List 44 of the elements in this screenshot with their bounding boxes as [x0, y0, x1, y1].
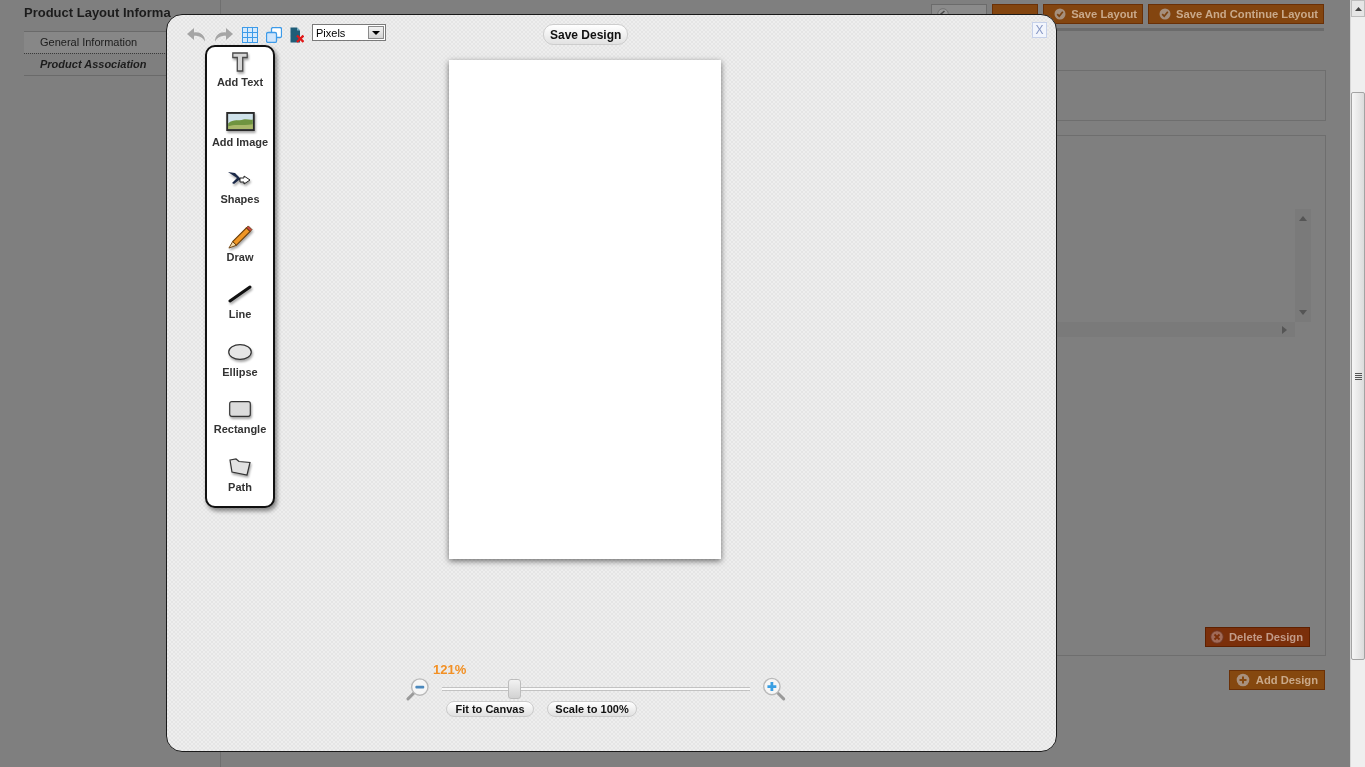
up-arrow-icon — [1354, 6, 1362, 11]
document-x-icon[interactable] — [290, 27, 304, 43]
check-circle-icon — [1159, 8, 1172, 20]
letter-t-icon — [231, 52, 249, 72]
tool-button[interactable]: Draw — [207, 219, 273, 277]
unit-select[interactable]: Pixels — [312, 24, 386, 41]
plus-circle-icon — [1235, 673, 1250, 687]
scroll-right-arrow-icon[interactable] — [1282, 325, 1287, 334]
tool-button[interactable]: Add Image — [207, 104, 273, 162]
scroll-up-button[interactable] — [1351, 0, 1365, 17]
pencil-icon — [227, 224, 253, 249]
ellipse-icon — [228, 343, 252, 360]
grip-lines-icon — [1354, 372, 1362, 380]
zoom-in-icon[interactable] — [763, 677, 786, 701]
tool-button[interactable]: Shapes — [207, 162, 273, 220]
page-title: Product Layout Informa — [24, 5, 171, 21]
dropdown-caret-icon[interactable] — [368, 26, 384, 39]
plane-and-arrow-icon — [227, 171, 253, 187]
zoom-out-icon[interactable] — [406, 677, 430, 701]
tool-button[interactable]: Rectangle — [207, 392, 273, 450]
check-circle-icon — [1054, 8, 1067, 20]
tool-button[interactable]: Ellipse — [207, 334, 273, 392]
scale-to-100-button[interactable]: Scale to 100% — [547, 701, 637, 717]
overlapping-squares-icon[interactable] — [266, 27, 282, 43]
scrollbar-thumb[interactable] — [1351, 92, 1365, 660]
vertical-scrollbar[interactable] — [1295, 209, 1311, 322]
tool-button[interactable]: Line — [207, 277, 273, 335]
grid-icon[interactable] — [242, 27, 258, 43]
scroll-down-arrow-icon[interactable] — [1299, 310, 1307, 315]
delete-design-button[interactable]: Delete Design — [1205, 627, 1310, 647]
slider-thumb[interactable] — [508, 679, 522, 699]
landscape-picture-icon — [225, 112, 255, 131]
zoom-slider[interactable] — [441, 679, 751, 699]
diagonal-line-icon — [228, 285, 252, 303]
polygon-shape-icon — [229, 457, 251, 476]
page-scrollbar[interactable] — [1350, 0, 1365, 767]
tool-button[interactable]: Path — [207, 449, 273, 507]
zoom-percentage: 121% — [433, 663, 467, 677]
fit-to-canvas-button[interactable]: Fit to Canvas — [446, 701, 534, 717]
rectangle-icon — [229, 401, 251, 417]
scroll-up-arrow-icon[interactable] — [1299, 216, 1307, 221]
x-circle-icon — [1210, 630, 1224, 644]
save-design-button[interactable]: Save Design — [543, 24, 629, 45]
tool-button[interactable]: Add Text — [207, 47, 273, 105]
